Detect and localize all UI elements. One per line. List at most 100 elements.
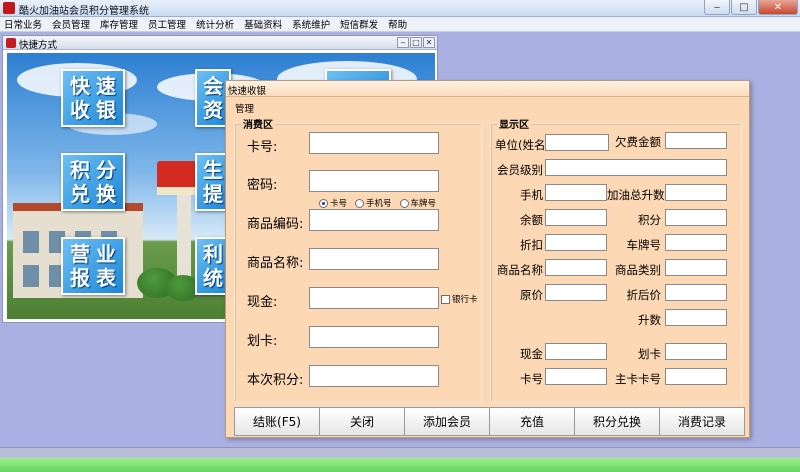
action-button-bar: 结账(F5) 关闭 添加会员 充值 积分兑换 消费记录 (234, 407, 745, 436)
phone-field[interactable] (545, 184, 607, 201)
quick-cashier-dialog: 快速收银 管理 消费区 卡号: 卡号 手机号 车牌号 密码: 商品编码: 商品名… (225, 80, 750, 438)
card-no-input[interactable] (309, 132, 439, 154)
bank-card-checkbox-box (441, 294, 450, 304)
plate-field[interactable] (665, 234, 727, 251)
radio-card-no-dot (319, 198, 328, 208)
menu-inventory[interactable]: 库存管理 (100, 17, 138, 31)
display-group-title: 显示区 (497, 116, 531, 131)
consumption-group: 消费区 卡号: 卡号 手机号 车牌号 密码: 商品编码: 商品名称: 现金: 银… (234, 116, 482, 403)
member-level-label: 会员级别 (497, 163, 543, 177)
add-member-button[interactable]: 添加会员 (405, 407, 490, 436)
points-label: 积分 (638, 213, 661, 227)
business-report-tile[interactable]: 营 业 报 表 (61, 237, 125, 295)
menu-member[interactable]: 会员管理 (52, 17, 90, 31)
display-card-label: 卡号 (520, 372, 543, 386)
liters-field[interactable] (665, 309, 727, 326)
display-card-field[interactable] (545, 368, 607, 385)
unit-field[interactable] (545, 134, 609, 151)
close-dialog-button[interactable]: 关闭 (320, 407, 405, 436)
shortcut-window-title: 快捷方式 (19, 40, 58, 51)
discount-label: 折扣 (520, 238, 543, 252)
maximize-button[interactable]: □ (731, 0, 757, 15)
points-earned-input[interactable] (309, 365, 439, 387)
display-swipe-label: 划卡 (638, 347, 661, 361)
goods-name-label: 商品名称: (247, 256, 304, 271)
shortcut-minimize-button[interactable]: ‒ (397, 37, 409, 48)
consumption-group-title: 消费区 (241, 116, 275, 131)
menu-system[interactable]: 系统维护 (292, 17, 330, 31)
display-cash-label: 现金 (520, 347, 543, 361)
menu-help[interactable]: 帮助 (388, 17, 407, 31)
swipe-label: 划卡: (247, 334, 278, 349)
goods-code-input[interactable] (309, 209, 439, 231)
member-level-field[interactable] (545, 159, 727, 176)
minimize-button[interactable]: ‒ (704, 0, 730, 15)
menu-daily[interactable]: 日常业务 (4, 17, 42, 31)
fuel-total-label: 加油总升数 (607, 188, 665, 202)
balance-field[interactable] (545, 209, 607, 226)
radio-card-no[interactable]: 卡号 (319, 197, 347, 209)
shortcut-maximize-button[interactable]: □ (410, 37, 422, 48)
swipe-input[interactable] (309, 326, 439, 348)
menu-staff[interactable]: 员工管理 (148, 17, 186, 31)
main-card-field[interactable] (665, 368, 727, 385)
shortcut-close-button[interactable]: ✕ (423, 37, 435, 48)
password-input[interactable] (309, 170, 439, 192)
dialog-title-bar[interactable]: 快速收银 (226, 81, 749, 97)
discounted-price-label: 折后价 (626, 288, 662, 302)
balance-label: 余额 (520, 213, 543, 227)
display-group: 显示区 单位(姓名) 欠费金额 会员级别 手机 加油总升数 余额 积分 折扣 车… (490, 116, 742, 403)
menu-statistics[interactable]: 统计分析 (196, 17, 234, 31)
card-no-label: 卡号: (247, 140, 278, 155)
app-title: 酷火加油站会员积分管理系统 (19, 6, 149, 17)
main-title-bar[interactable]: 酷火加油站会员积分管理系统 ‒ □ ✕ (0, 0, 800, 17)
original-price-field[interactable] (545, 284, 607, 301)
display-cash-field[interactable] (545, 343, 607, 360)
password-label: 密码: (247, 178, 278, 193)
radio-phone-dot (355, 198, 365, 208)
display-swipe-field[interactable] (665, 343, 727, 360)
shortcut-window-controls: ‒ □ ✕ (396, 37, 435, 48)
display-goods-name-label: 商品名称 (497, 263, 543, 277)
shortcut-title-bar[interactable]: 快捷方式 ‒ □ ✕ (3, 36, 437, 51)
recharge-button[interactable]: 充值 (490, 407, 575, 436)
status-progress-strip (0, 458, 800, 472)
phone-label: 手机 (520, 188, 543, 202)
plate-label: 车牌号 (626, 238, 662, 252)
dialog-title: 快速收银 (228, 86, 267, 97)
goods-category-field[interactable] (665, 259, 727, 276)
cash-input[interactable] (309, 287, 439, 309)
cash-label: 现金: (247, 295, 278, 310)
bank-card-checkbox[interactable]: 银行卡 (441, 293, 478, 305)
menu-bar: 日常业务 会员管理 库存管理 员工管理 统计分析 基础资料 系统维护 短信群发 … (0, 17, 800, 32)
liters-label: 升数 (638, 313, 661, 327)
owed-field[interactable] (665, 132, 727, 149)
discount-field[interactable] (545, 234, 607, 251)
radio-phone[interactable]: 手机号 (355, 197, 392, 209)
goods-category-label: 商品类别 (615, 263, 661, 277)
consumption-records-button[interactable]: 消费记录 (660, 407, 745, 436)
points-field[interactable] (665, 209, 727, 226)
status-bar (0, 447, 800, 472)
main-card-label: 主卡卡号 (615, 372, 661, 386)
fuel-total-field[interactable] (665, 184, 727, 201)
display-goods-name-field[interactable] (545, 259, 607, 276)
unit-label: 单位(姓名) (495, 138, 550, 152)
lookup-type-radio-group: 卡号 手机号 车牌号 (319, 197, 444, 209)
window-controls: ‒ □ ✕ (703, 0, 798, 16)
quick-cashier-tile[interactable]: 快 速 收 银 (61, 69, 125, 127)
goods-code-label: 商品编码: (247, 217, 304, 232)
original-price-label: 原价 (520, 288, 543, 302)
points-exchange-tile[interactable]: 积 分 兑 换 (61, 153, 125, 211)
discounted-price-field[interactable] (665, 284, 727, 301)
menu-basic-data[interactable]: 基础资料 (244, 17, 282, 31)
checkout-button[interactable]: 结账(F5) (234, 407, 320, 436)
management-label: 管理 (235, 104, 255, 115)
app-logo-icon (3, 2, 15, 14)
radio-plate[interactable]: 车牌号 (399, 197, 436, 209)
points-earned-label: 本次积分: (247, 373, 304, 388)
points-redeem-button[interactable]: 积分兑换 (575, 407, 660, 436)
goods-name-input[interactable] (309, 248, 439, 270)
close-button[interactable]: ✕ (758, 0, 798, 15)
menu-sms[interactable]: 短信群发 (340, 17, 378, 31)
